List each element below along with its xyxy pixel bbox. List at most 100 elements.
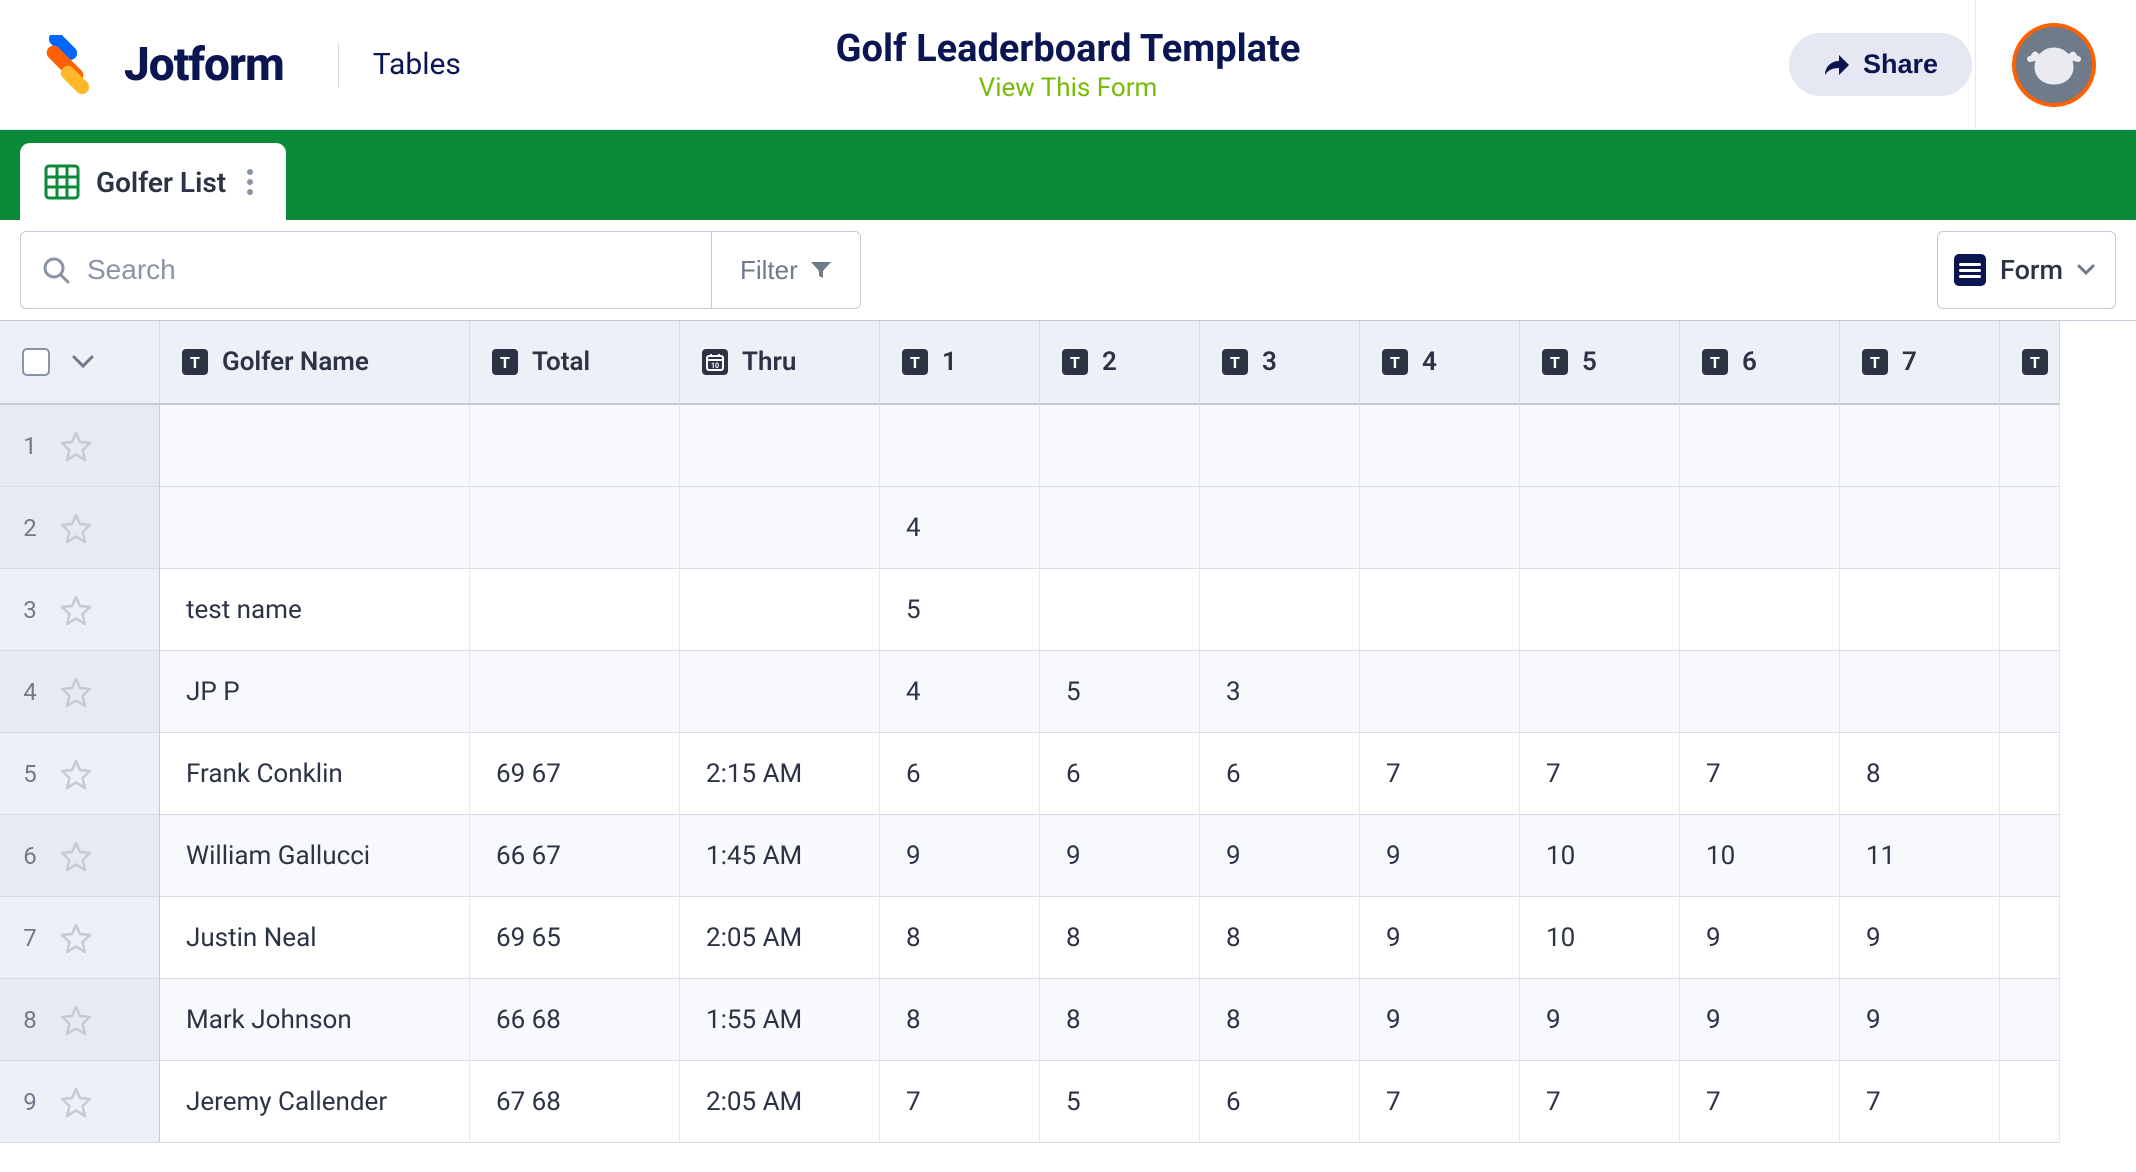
cell-4[interactable] (1360, 651, 1520, 733)
col-thru[interactable]: 10 Thru (680, 321, 880, 405)
cell-1[interactable]: 5 (880, 569, 1040, 651)
cell-total[interactable] (470, 487, 680, 569)
cell-7[interactable] (1840, 405, 2000, 487)
cell-3[interactable]: 6 (1200, 733, 1360, 815)
table-row[interactable]: 8Mark Johnson66 681:55 AM8889999 (0, 979, 2136, 1061)
cell-4[interactable] (1360, 405, 1520, 487)
search-input[interactable] (87, 254, 691, 286)
cell-overflow[interactable] (2000, 733, 2060, 815)
cell-3[interactable] (1200, 487, 1360, 569)
col-6[interactable]: T6 (1680, 321, 1840, 405)
star-icon[interactable] (60, 1004, 92, 1036)
cell-6[interactable]: 7 (1680, 1061, 1840, 1143)
cell-6[interactable] (1680, 651, 1840, 733)
cell-thru[interactable]: 2:15 AM (680, 733, 880, 815)
cell-6[interactable]: 9 (1680, 897, 1840, 979)
star-icon[interactable] (60, 922, 92, 954)
cell-total[interactable]: 67 68 (470, 1061, 680, 1143)
cell-4[interactable]: 9 (1360, 815, 1520, 897)
cell-6[interactable]: 10 (1680, 815, 1840, 897)
cell-5[interactable]: 7 (1520, 733, 1680, 815)
star-icon[interactable] (60, 758, 92, 790)
col-total[interactable]: TTotal (470, 321, 680, 405)
cell-7[interactable] (1840, 569, 2000, 651)
cell-overflow[interactable] (2000, 487, 2060, 569)
cell-3[interactable]: 6 (1200, 1061, 1360, 1143)
tab-more-icon[interactable] (242, 164, 258, 200)
cell-1[interactable]: 9 (880, 815, 1040, 897)
col-7[interactable]: T7 (1840, 321, 2000, 405)
cell-3[interactable]: 9 (1200, 815, 1360, 897)
cell-4[interactable]: 9 (1360, 979, 1520, 1061)
cell-7[interactable]: 9 (1840, 979, 2000, 1061)
cell-5[interactable] (1520, 569, 1680, 651)
cell-3[interactable]: 8 (1200, 897, 1360, 979)
cell-1[interactable]: 8 (880, 897, 1040, 979)
cell-golfer-name[interactable]: test name (160, 569, 470, 651)
cell-1[interactable]: 6 (880, 733, 1040, 815)
table-row[interactable]: 7Justin Neal69 652:05 AM88891099 (0, 897, 2136, 979)
cell-total[interactable] (470, 651, 680, 733)
star-icon[interactable] (60, 676, 92, 708)
cell-4[interactable]: 7 (1360, 1061, 1520, 1143)
cell-4[interactable] (1360, 569, 1520, 651)
col-4[interactable]: T4 (1360, 321, 1520, 405)
cell-6[interactable] (1680, 487, 1840, 569)
cell-3[interactable]: 3 (1200, 651, 1360, 733)
share-button[interactable]: Share (1789, 33, 1972, 96)
cell-overflow[interactable] (2000, 405, 2060, 487)
cell-thru[interactable] (680, 569, 880, 651)
star-icon[interactable] (60, 512, 92, 544)
cell-golfer-name[interactable]: Jeremy Callender (160, 1061, 470, 1143)
cell-1[interactable] (880, 405, 1040, 487)
table-row[interactable]: 3test name5 (0, 569, 2136, 651)
table-row[interactable]: 4JP P453 (0, 651, 2136, 733)
cell-7[interactable]: 8 (1840, 733, 2000, 815)
table-row[interactable]: 24 (0, 487, 2136, 569)
cell-thru[interactable]: 2:05 AM (680, 897, 880, 979)
cell-5[interactable]: 10 (1520, 897, 1680, 979)
star-icon[interactable] (60, 840, 92, 872)
cell-2[interactable]: 5 (1040, 1061, 1200, 1143)
cell-4[interactable]: 7 (1360, 733, 1520, 815)
cell-6[interactable] (1680, 405, 1840, 487)
cell-total[interactable]: 66 68 (470, 979, 680, 1061)
cell-overflow[interactable] (2000, 815, 2060, 897)
cell-7[interactable] (1840, 487, 2000, 569)
star-icon[interactable] (60, 430, 92, 462)
cell-overflow[interactable] (2000, 569, 2060, 651)
view-dropdown[interactable]: Form (1937, 231, 2116, 309)
cell-4[interactable] (1360, 487, 1520, 569)
cell-thru[interactable]: 1:55 AM (680, 979, 880, 1061)
cell-total[interactable]: 69 65 (470, 897, 680, 979)
cell-total[interactable] (470, 405, 680, 487)
cell-1[interactable]: 7 (880, 1061, 1040, 1143)
cell-golfer-name[interactable]: William Gallucci (160, 815, 470, 897)
cell-7[interactable]: 11 (1840, 815, 2000, 897)
cell-golfer-name[interactable] (160, 405, 470, 487)
star-icon[interactable] (60, 594, 92, 626)
cell-1[interactable]: 8 (880, 979, 1040, 1061)
cell-golfer-name[interactable]: JP P (160, 651, 470, 733)
cell-overflow[interactable] (2000, 897, 2060, 979)
cell-5[interactable] (1520, 487, 1680, 569)
table-row[interactable]: 5Frank Conklin69 672:15 AM6667778 (0, 733, 2136, 815)
cell-golfer-name[interactable]: Frank Conklin (160, 733, 470, 815)
cell-overflow[interactable] (2000, 1061, 2060, 1143)
cell-overflow[interactable] (2000, 979, 2060, 1061)
cell-1[interactable]: 4 (880, 487, 1040, 569)
cell-2[interactable] (1040, 487, 1200, 569)
cell-3[interactable]: 8 (1200, 979, 1360, 1061)
cell-7[interactable]: 7 (1840, 1061, 2000, 1143)
cell-5[interactable] (1520, 651, 1680, 733)
cell-1[interactable]: 4 (880, 651, 1040, 733)
table-row[interactable]: 1 (0, 405, 2136, 487)
chevron-down-icon[interactable] (72, 355, 94, 369)
cell-2[interactable] (1040, 405, 1200, 487)
cell-thru[interactable] (680, 405, 880, 487)
avatar[interactable] (2012, 23, 2096, 107)
cell-2[interactable]: 5 (1040, 651, 1200, 733)
table-row[interactable]: 9Jeremy Callender67 682:05 AM7567777 (0, 1061, 2136, 1143)
star-icon[interactable] (60, 1086, 92, 1118)
cell-5[interactable]: 10 (1520, 815, 1680, 897)
